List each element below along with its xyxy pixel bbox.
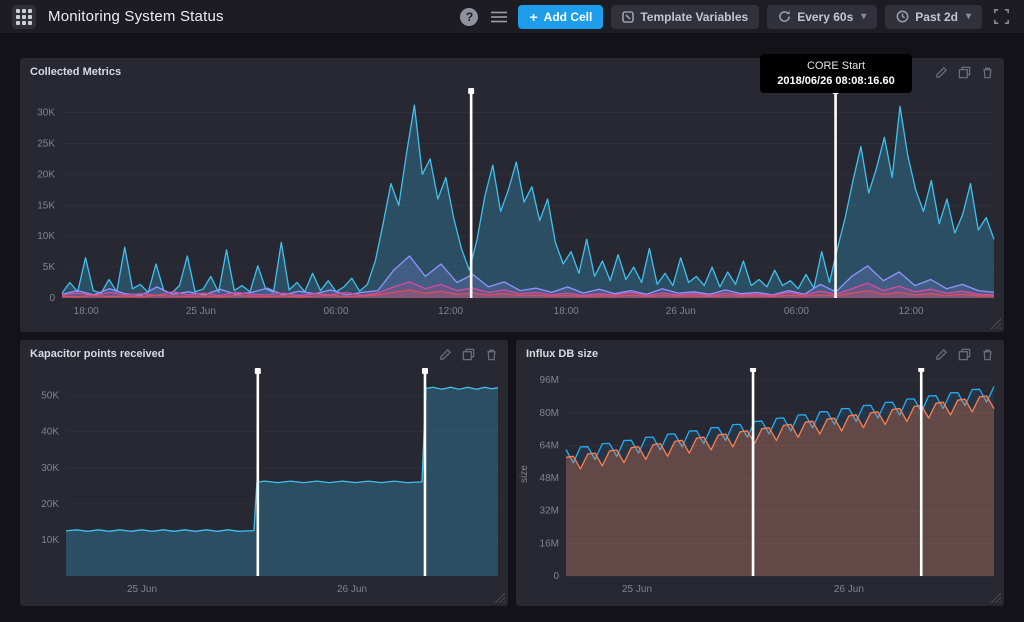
- delete-cell-icon[interactable]: [485, 348, 498, 361]
- list-icon: [491, 10, 507, 24]
- edit-cell-icon[interactable]: [935, 66, 948, 79]
- svg-text:26 Jun: 26 Jun: [337, 584, 367, 595]
- cell-header[interactable]: Influx DB size: [516, 340, 1004, 368]
- delete-cell-icon[interactable]: [981, 66, 994, 79]
- svg-text:10K: 10K: [37, 231, 55, 242]
- svg-text:25 Jun: 25 Jun: [622, 584, 652, 595]
- svg-text:32M: 32M: [540, 506, 559, 517]
- svg-text:15K: 15K: [37, 200, 55, 211]
- clock-icon: [896, 10, 909, 23]
- svg-text:0: 0: [553, 571, 559, 582]
- edit-cell-icon[interactable]: [439, 348, 452, 361]
- duplicate-cell-icon[interactable]: [958, 348, 971, 361]
- svg-text:5K: 5K: [43, 262, 56, 273]
- add-cell-button[interactable]: + Add Cell: [518, 5, 603, 29]
- cell-title: Collected Metrics: [20, 66, 121, 78]
- svg-text:size: size: [519, 465, 530, 483]
- help-button[interactable]: ?: [458, 6, 480, 28]
- svg-text:48M: 48M: [540, 473, 559, 484]
- chart-canvas-influx-db-size[interactable]: 0 16M 32M 48M 64M 80M 96M 25 Jun 26 Jun size: [516, 368, 1004, 606]
- delete-cell-icon[interactable]: [981, 348, 994, 361]
- annotation-tooltip: CORE Start 2018/06/26 08:08:16.60: [760, 54, 912, 93]
- svg-text:40K: 40K: [41, 427, 59, 438]
- plus-icon: +: [529, 10, 537, 24]
- duplicate-cell-icon[interactable]: [462, 348, 475, 361]
- svg-text:64M: 64M: [540, 440, 559, 451]
- cell-title: Kapacitor points received: [20, 348, 165, 360]
- presentation-mode-button[interactable]: [990, 6, 1012, 28]
- svg-text:0: 0: [49, 293, 55, 304]
- template-variables-icon: [622, 11, 634, 23]
- apps-menu-button[interactable]: [12, 5, 36, 29]
- svg-text:26 Jun: 26 Jun: [834, 584, 864, 595]
- svg-text:06:00: 06:00: [323, 306, 348, 317]
- dashboard-title: Monitoring System Status: [48, 8, 224, 25]
- cell-title: Influx DB size: [516, 348, 598, 360]
- timerange-dropdown[interactable]: Past 2d ▾: [885, 5, 982, 29]
- cell-header[interactable]: Kapacitor points received: [20, 340, 508, 368]
- svg-text:18:00: 18:00: [554, 306, 579, 317]
- help-icon: ?: [460, 8, 478, 26]
- annotation-title: CORE Start: [768, 60, 904, 72]
- graph-options-button[interactable]: [488, 6, 510, 28]
- svg-text:26 Jun: 26 Jun: [666, 306, 696, 317]
- svg-text:50K: 50K: [41, 391, 59, 402]
- svg-text:10K: 10K: [41, 535, 59, 546]
- refresh-icon: [778, 10, 791, 23]
- chart-canvas-kapacitor-points[interactable]: 10K 20K 30K 40K 50K 25 Jun 26 Jun: [20, 368, 508, 606]
- svg-text:96M: 96M: [540, 375, 559, 386]
- grid-menu-icon: [16, 9, 32, 25]
- svg-text:06:00: 06:00: [784, 306, 809, 317]
- svg-text:16M: 16M: [540, 538, 559, 549]
- chevron-down-icon: ▾: [966, 11, 971, 22]
- template-variables-button[interactable]: Template Variables: [611, 5, 759, 29]
- svg-text:12:00: 12:00: [899, 306, 924, 317]
- expand-icon: [994, 9, 1009, 24]
- cell-collected-metrics: Collected Metrics 0 5K 10K 15K 20K 25K 30K 18:0…: [20, 58, 1004, 332]
- svg-text:30K: 30K: [41, 463, 59, 474]
- svg-text:25 Jun: 25 Jun: [186, 306, 216, 317]
- svg-text:20K: 20K: [41, 499, 59, 510]
- annotation-timestamp: 2018/06/26 08:08:16.60: [768, 75, 904, 87]
- svg-text:12:00: 12:00: [438, 306, 463, 317]
- autorefresh-dropdown[interactable]: Every 60s ▾: [767, 5, 877, 29]
- svg-text:80M: 80M: [540, 408, 559, 419]
- chart-canvas-collected-metrics[interactable]: 0 5K 10K 15K 20K 25K 30K 18:00 25 Jun 06:00 12:00 1…: [20, 86, 1004, 332]
- svg-text:30K: 30K: [37, 108, 55, 119]
- chevron-down-icon: ▾: [861, 11, 866, 22]
- cell-influx-db-size: Influx DB size 0 16M 32M 48M 64M 80M 96M 25 Jun…: [516, 340, 1004, 606]
- svg-text:20K: 20K: [37, 169, 55, 180]
- svg-text:25K: 25K: [37, 138, 55, 149]
- svg-text:18:00: 18:00: [74, 306, 99, 317]
- edit-cell-icon[interactable]: [935, 348, 948, 361]
- svg-text:25 Jun: 25 Jun: [127, 584, 157, 595]
- top-nav-bar: Monitoring System Status ? + Add Cell Te…: [0, 0, 1024, 34]
- duplicate-cell-icon[interactable]: [958, 66, 971, 79]
- cell-kapacitor-points: Kapacitor points received 10K 20K 30K 40K 50…: [20, 340, 508, 606]
